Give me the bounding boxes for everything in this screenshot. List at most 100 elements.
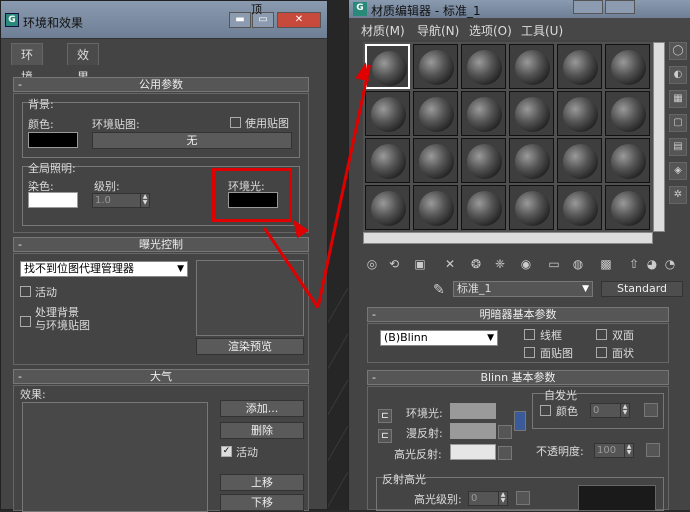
material-slot[interactable] <box>605 185 650 230</box>
material-slot[interactable] <box>605 91 650 136</box>
add-effect-button[interactable]: 添加... <box>220 400 304 417</box>
exposure-dropdown[interactable]: 找不到位图代理管理器 ▼ <box>20 261 188 277</box>
options-icon[interactable]: ✲ <box>669 186 687 204</box>
menu-material[interactable]: 材质(M) <box>361 22 405 39</box>
menu-tools[interactable]: 工具(U) <box>521 22 563 39</box>
common-params-header[interactable]: - 公用参数 <box>13 77 309 92</box>
eyedropper-icon[interactable]: ✎ <box>433 282 445 298</box>
close-button[interactable]: ✕ <box>277 12 321 28</box>
delete-effect-button[interactable]: 删除 <box>220 422 304 439</box>
menu-options[interactable]: 选项(O) <box>469 22 512 39</box>
diffuse-swatch[interactable] <box>450 423 496 439</box>
opacity-map-button[interactable] <box>646 443 660 457</box>
make-unique-icon[interactable]: ❈ <box>491 254 509 274</box>
tab-environment[interactable]: 环境 <box>11 43 44 84</box>
env-map-none-button[interactable]: 无 <box>92 132 292 149</box>
atmosphere-active-checkbox[interactable]: ✓ <box>221 446 232 457</box>
tint-color-swatch[interactable] <box>28 192 78 208</box>
material-slot[interactable] <box>461 138 506 183</box>
face-map-checkbox[interactable] <box>524 347 535 358</box>
self-illum-spinner[interactable]: 0 ▲ ▼ <box>590 403 630 418</box>
reset-icon[interactable]: ✕ <box>441 254 459 274</box>
specular-map-button[interactable] <box>498 446 512 460</box>
exposure-active-checkbox[interactable] <box>20 286 31 297</box>
opacity-spinner[interactable]: 100 ▲ ▼ <box>594 443 634 458</box>
move-up-button[interactable]: 上移 <box>220 474 304 491</box>
material-slot[interactable] <box>365 138 410 183</box>
process-background-checkbox[interactable] <box>20 316 31 327</box>
material-slot[interactable] <box>413 138 458 183</box>
use-map-checkbox[interactable] <box>230 117 241 128</box>
lock-ambient-icon[interactable]: ⊏ <box>378 409 392 423</box>
material-slot[interactable] <box>557 91 602 136</box>
select-by-material-icon[interactable]: ◔ <box>661 254 679 274</box>
put-to-library-icon[interactable]: ◉ <box>517 254 535 274</box>
assign-to-selection-icon[interactable]: ▣ <box>411 254 429 274</box>
copy-material-icon[interactable]: ❂ <box>467 254 485 274</box>
material-slot[interactable] <box>413 185 458 230</box>
tab-effects[interactable]: 效果 <box>67 43 100 84</box>
lock-button[interactable] <box>514 411 526 431</box>
background-color-swatch[interactable] <box>28 132 78 148</box>
material-slot[interactable] <box>509 138 554 183</box>
minimize-button-right[interactable] <box>573 0 603 14</box>
diffuse-map-button[interactable] <box>498 425 512 439</box>
slots-vertical-scrollbar[interactable] <box>653 42 665 232</box>
material-slot[interactable] <box>557 138 602 183</box>
material-slot[interactable] <box>365 185 410 230</box>
minimize-button[interactable]: ▬ <box>229 12 251 28</box>
menu-navigation[interactable]: 导航(N) <box>417 22 459 39</box>
material-slot[interactable] <box>509 91 554 136</box>
material-slot[interactable] <box>509 185 554 230</box>
self-illum-color-checkbox[interactable] <box>540 405 551 416</box>
material-slot[interactable] <box>461 185 506 230</box>
material-slot[interactable] <box>605 44 650 89</box>
material-slot[interactable] <box>413 44 458 89</box>
self-illum-map-button[interactable] <box>644 403 658 417</box>
blinn-params-header[interactable]: - Blinn 基本参数 <box>367 370 669 385</box>
sample-type-icon[interactable]: ◯ <box>669 42 687 60</box>
background-icon[interactable]: ▦ <box>669 90 687 108</box>
spinner-arrows[interactable]: ▲ ▼ <box>140 194 149 207</box>
lock-diffuse-icon[interactable]: ⊏ <box>378 429 392 443</box>
material-id-icon[interactable]: ▭ <box>545 254 563 274</box>
right-titlebar[interactable]: G 材质编辑器 - 标准_1 <box>349 0 690 18</box>
two-sided-checkbox[interactable] <box>596 329 607 340</box>
get-material-icon[interactable]: ◎ <box>363 254 381 274</box>
material-slot[interactable] <box>413 91 458 136</box>
spec-level-spinner[interactable]: 0 ▲ ▼ <box>468 491 508 506</box>
put-to-scene-icon[interactable]: ⟲ <box>385 254 403 274</box>
go-to-parent-icon[interactable]: ⇧ <box>625 254 643 274</box>
material-type-button[interactable]: Standard <box>601 281 683 297</box>
shader-dropdown[interactable]: (B)Blinn ▼ <box>380 330 498 346</box>
wire-checkbox[interactable] <box>524 329 535 340</box>
go-forward-sibling-icon[interactable]: ◕ <box>643 254 661 274</box>
material-slot[interactable] <box>557 44 602 89</box>
move-down-button[interactable]: 下移 <box>220 494 304 511</box>
make-preview-icon[interactable]: ◈ <box>669 162 687 180</box>
show-end-result-icon[interactable]: ▩ <box>597 254 615 274</box>
level-spinner[interactable]: 1.0 ▲ ▼ <box>92 193 150 208</box>
ambient-swatch[interactable] <box>450 403 496 419</box>
material-slot[interactable] <box>557 185 602 230</box>
material-slot[interactable] <box>605 138 650 183</box>
material-slot[interactable] <box>461 91 506 136</box>
material-slot[interactable] <box>461 44 506 89</box>
exposure-header[interactable]: - 曝光控制 <box>13 237 309 252</box>
slots-horizontal-scrollbar[interactable] <box>363 232 653 244</box>
shader-params-header[interactable]: - 明暗器基本参数 <box>367 307 669 322</box>
atmosphere-header[interactable]: - 大气 <box>13 369 309 384</box>
specular-swatch[interactable] <box>450 444 496 460</box>
video-color-check-icon[interactable]: ▤ <box>669 138 687 156</box>
faceted-checkbox[interactable] <box>596 347 607 358</box>
backlight-icon[interactable]: ◐ <box>669 66 687 84</box>
show-map-icon[interactable]: ◍ <box>569 254 587 274</box>
material-name-field[interactable]: 标准_1 ▼ <box>453 281 593 297</box>
material-slot[interactable] <box>365 91 410 136</box>
material-slot[interactable] <box>509 44 554 89</box>
render-preview-button[interactable]: 渲染预览 <box>196 338 304 355</box>
maximize-button-right[interactable] <box>605 0 635 14</box>
uv-tiling-icon[interactable]: ▢ <box>669 114 687 132</box>
left-titlebar[interactable]: G 环境和效果 ▬ ▭ ✕ 顶 <box>1 1 327 39</box>
spec-level-map-button[interactable] <box>516 491 530 505</box>
